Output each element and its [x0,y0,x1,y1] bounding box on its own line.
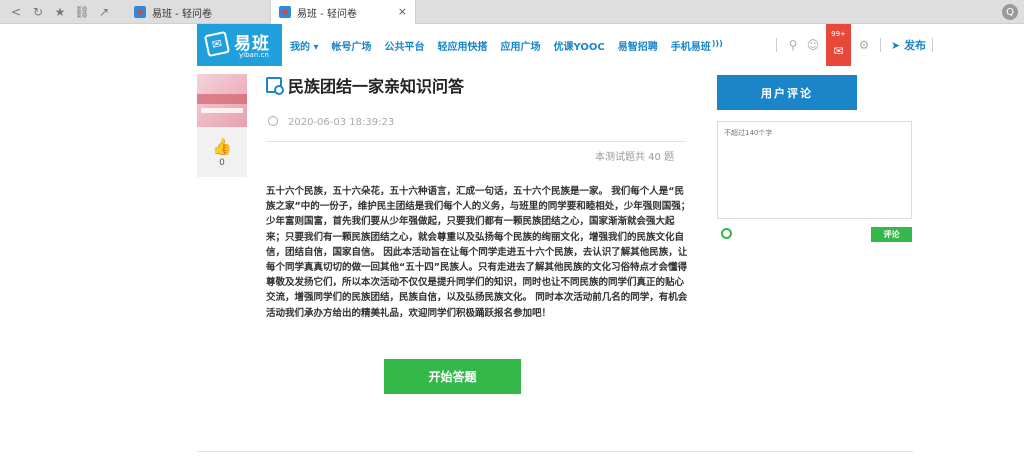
like-count: 0 [219,157,225,168]
search-icon[interactable]: ⚲ [783,38,803,52]
mail-button[interactable]: 99+ ✉ [826,24,851,66]
tab-label: 易班 - 轻问卷 [152,8,212,20]
nav-item-app-square[interactable]: 应用广场 [501,38,541,53]
yiban-favicon-icon [279,6,291,18]
wifi-icon: ))) [711,38,723,48]
user-icon[interactable]: ☺ [803,38,823,52]
start-quiz-button[interactable]: 开始答题 [384,359,521,394]
publish-date: 2020-06-03 18:39:23 [268,116,394,128]
comment-box[interactable] [717,121,912,219]
comment-input[interactable] [724,128,905,212]
refresh-icon[interactable]: ↻ [30,4,46,20]
user-comments-header: 用户评论 [717,75,857,110]
browser-menu-icon[interactable]: Q [1002,4,1018,20]
survey-thumbnail [197,74,247,127]
nav-item-mobile-label: 手机易班 [670,42,711,53]
thumbnail-band [201,108,243,113]
survey-description: 五十六个民族，五十六朵花，五十六种语言，汇成一句话，五十六个民族是一家。 我们每… [266,186,691,319]
nav-item-my[interactable]: 我的 ▾ [290,38,319,53]
header-actions: ⚲ ☺ 99+ ✉ ⚙ ➤ 发布 [770,24,939,66]
nav-item-account-square[interactable]: 帐号广场 [332,38,372,53]
thumbnail-band [197,94,247,104]
footer-divider [197,451,913,452]
main-nav: 我的 ▾ 帐号广场 公共平台 轻应用快搭 应用广场 优课YOOC 易智招聘 手机… [290,38,723,53]
thumbs-up-icon: 👍 [212,136,232,156]
nav-item-light-app[interactable]: 轻应用快搭 [438,38,488,53]
browser-tab-1[interactable]: 易班 - 轻问卷 [126,0,270,24]
publish-date-text: 2020-06-03 18:39:23 [288,117,395,128]
logo-url: yiban.cn [239,51,269,59]
nav-item-yooc[interactable]: 优课YOOC [554,38,605,53]
like-box[interactable]: 👍 0 [197,127,247,177]
bookmark-icon[interactable]: ★ [52,4,68,20]
link-icon[interactable]: ⛓ [74,4,90,20]
survey-title-row: 民族团结一家亲知识问答 [266,73,464,97]
share-icon[interactable]: ↗ [96,4,112,20]
yiban-logo[interactable]: ✉ 易班 yiban.cn [197,24,282,66]
publish-button[interactable]: ➤ 发布 [891,37,926,53]
header-divider [880,38,881,52]
nav-item-recruit[interactable]: 易智招聘 [618,38,658,53]
back-icon[interactable]: < [8,4,24,20]
publish-label: 发布 [904,39,927,52]
tab-label: 易班 - 轻问卷 [297,8,357,20]
title-divider [266,141,686,142]
browser-chrome: < ↻ ★ ⛓ ↗ 易班 - 轻问卷 易班 - 轻问卷 × Q [0,0,1024,24]
send-icon: ➤ [891,39,901,52]
logo-mark-icon: ✉ [203,30,231,58]
header-divider [932,38,934,52]
comment-submit-button[interactable]: 评论 [871,227,912,242]
emoji-icon[interactable] [721,228,732,239]
nav-item-public-platform[interactable]: 公共平台 [385,38,425,53]
page-title: 民族团结一家亲知识问答 [288,77,465,96]
browser-tab-2-active[interactable]: 易班 - 轻问卷 × [270,0,416,24]
question-count: 本测试题共 40 题 [595,152,675,163]
mail-icon: ✉ [833,44,844,58]
clock-icon [268,116,278,126]
yiban-favicon-icon [134,6,146,18]
survey-search-icon [266,77,284,95]
mail-badge: 99+ [831,30,846,38]
browser-nav-buttons: < ↻ ★ ⛓ ↗ [8,4,112,20]
nav-item-mobile[interactable]: 手机易班))) [671,38,723,53]
gear-icon[interactable]: ⚙ [854,38,874,52]
tab-close-icon[interactable]: × [398,5,407,18]
header-divider [776,38,777,52]
